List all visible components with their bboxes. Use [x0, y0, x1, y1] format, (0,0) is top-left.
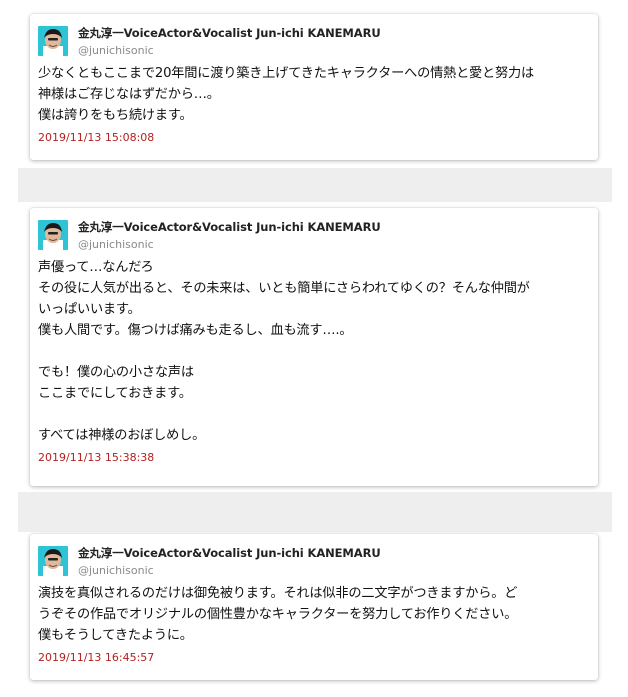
tweet-card[interactable]: 金丸淳一VoiceActor&Vocalist Jun-ichi KANEMAR…: [30, 208, 598, 486]
avatar[interactable]: [38, 220, 68, 250]
tweet-timestamp-link[interactable]: 2019/11/13 16:45:57: [38, 651, 154, 664]
tweet-text-line: すべては神様のおぼしめし。: [38, 428, 206, 443]
tweet-text-line: 僕も人間です。傷つけば痛みも走るし、血も流す….。: [38, 323, 353, 338]
tweet-text-line: 神様はご存じなはずだから…。: [38, 87, 220, 102]
tweet-text-line: 僕は誇りをもち続けます。: [38, 108, 193, 123]
tweet-text-line: [38, 341, 588, 362]
tweet-text-line: その役に人気が出ると、その未来は、いとも簡単にさらわれてゆくの？そんな仲間が: [38, 281, 530, 296]
tweet-header: 金丸淳一VoiceActor&Vocalist Jun-ichi KANEMAR…: [38, 545, 588, 579]
avatar[interactable]: [38, 546, 68, 576]
tweet-text-line: [38, 404, 588, 425]
profile-photo-icon: [38, 220, 68, 250]
user-handle[interactable]: @junichisonic: [78, 43, 381, 58]
feed-background-band: [18, 168, 612, 202]
user-handle[interactable]: @junichisonic: [78, 563, 381, 578]
tweet-header: 金丸淳一VoiceActor&Vocalist Jun-ichi KANEMAR…: [38, 25, 588, 59]
display-name[interactable]: 金丸淳一VoiceActor&Vocalist Jun-ichi KANEMAR…: [78, 546, 381, 561]
avatar[interactable]: [38, 26, 68, 56]
tweet-card[interactable]: 金丸淳一VoiceActor&Vocalist Jun-ichi KANEMAR…: [30, 14, 598, 160]
tweet-text-line: 少なくともここまで20年間に渡り築き上げてきたキャラクターへの情熱と愛と努力は: [38, 66, 534, 81]
feed-background-band: [18, 492, 612, 532]
tweet-timestamp-link[interactable]: 2019/11/13 15:08:08: [38, 131, 154, 144]
tweet-text: 声優って…なんだろ その役に人気が出ると、その未来は、いとも簡単にさらわれてゆく…: [38, 257, 588, 446]
tweet-text: 少なくともここまで20年間に渡り築き上げてきたキャラクターへの情熱と愛と努力は …: [38, 63, 588, 126]
tweet-timestamp-link[interactable]: 2019/11/13 15:38:38: [38, 451, 154, 464]
tweet-text: 演技を真似されるのだけは御免被ります。それは似非の二文字がつきますから。ど うぞ…: [38, 583, 588, 646]
tweet-text-line: でも！僕の心の小さな声は: [38, 365, 194, 380]
profile-photo-icon: [38, 26, 68, 56]
tweet-text-line: ここまでにしておきます。: [38, 386, 192, 401]
tweet-text-line: 声優って…なんだろ: [38, 260, 154, 275]
tweet-text-line: うぞその作品でオリジナルの個性豊かなキャラクターを努力してお作りください。: [38, 607, 518, 622]
tweet-card[interactable]: 金丸淳一VoiceActor&Vocalist Jun-ichi KANEMAR…: [30, 534, 598, 680]
tweet-text-line: いっぱいいます。: [38, 302, 141, 317]
tweet-text-line: 演技を真似されるのだけは御免被ります。それは似非の二文字がつきますから。ど: [38, 586, 518, 601]
tweet-text-line: 僕もそうしてきたように。: [38, 628, 193, 643]
user-handle[interactable]: @junichisonic: [78, 237, 381, 252]
display-name[interactable]: 金丸淳一VoiceActor&Vocalist Jun-ichi KANEMAR…: [78, 26, 381, 41]
profile-photo-icon: [38, 546, 68, 576]
tweet-header: 金丸淳一VoiceActor&Vocalist Jun-ichi KANEMAR…: [38, 219, 588, 253]
display-name[interactable]: 金丸淳一VoiceActor&Vocalist Jun-ichi KANEMAR…: [78, 220, 381, 235]
